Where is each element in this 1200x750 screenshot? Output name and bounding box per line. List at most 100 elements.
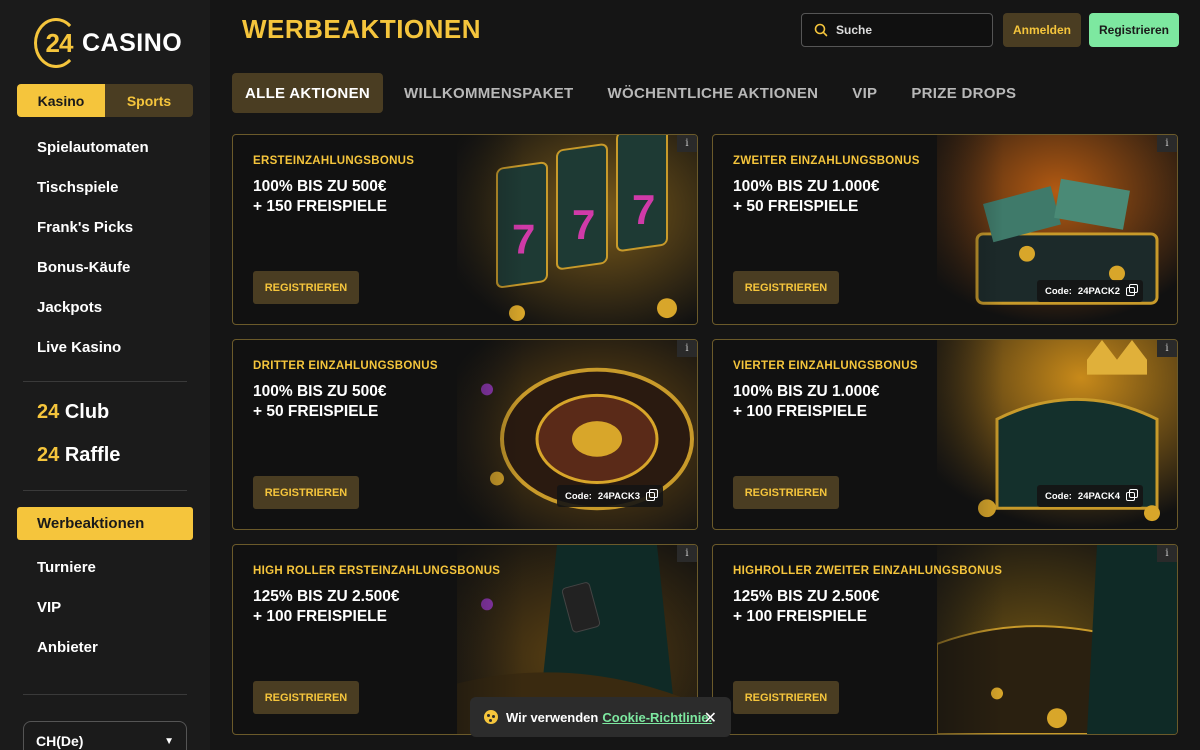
sidebar-item-turniere[interactable]: Turniere [17,547,193,587]
copy-icon[interactable] [646,488,658,501]
copy-icon[interactable] [1126,488,1138,501]
promo-tabs: ALLE AKTIONEN WILLKOMMENSPAKET WÖCHENTLI… [232,73,1037,113]
info-icon[interactable]: i [1157,135,1177,152]
logo-text: CASINO [82,28,183,57]
svg-text:7: 7 [572,201,595,248]
card-register-button[interactable]: REGISTRIEREN [253,476,359,509]
promo-code-value: 24PACK2 [1077,285,1120,297]
card-title: 100% BIS ZU 1.000€ + 100 FREISPIELE [733,382,879,422]
card-title-line2: + 50 FREISPIELE [253,403,379,420]
sidebar-item-spielautomaten[interactable]: Spielautomaten [17,127,193,167]
sidebar-divider [23,490,187,491]
card-label: DRITTER EINZAHLUNGSBONUS [253,360,438,372]
sidebar-item-24-club[interactable]: 24 Club [37,401,109,424]
login-button[interactable]: Anmelden [1003,13,1081,47]
sidebar-item-bonus-kaeufe[interactable]: Bonus-Käufe [17,247,193,287]
svg-text:7: 7 [632,186,655,233]
card-label: ZWEITER EINZAHLUNGSBONUS [733,155,920,167]
cookie-policy-link[interactable]: Cookie-Richtlinie. [602,710,712,725]
sidebar-nav: Spielautomaten Tischspiele Frank's Picks… [17,127,193,367]
card-title-line2: + 100 FREISPIELE [253,608,387,625]
promo-card: i VIERTER EINZAHLUNGSBONUS 100% BIS ZU 1… [712,339,1178,530]
card-label: HIGH ROLLER ERSTEINZAHLUNGSBONUS [253,565,501,577]
promo-card: i DRITTER EINZAHLUNGSBONUS 100% BIS ZU 5… [232,339,698,530]
sidebar-item-anbieter[interactable]: Anbieter [17,627,193,667]
promo-code[interactable]: Code: 24PACK2 [1037,280,1143,302]
card-title-line2: + 100 FREISPIELE [733,403,867,420]
close-icon[interactable]: ✕ [704,708,717,728]
logo-ring-icon: 24 [34,18,78,68]
raffle-number: 24 [37,444,60,466]
logo-number: 24 [45,27,74,58]
sidebar-item-jackpots[interactable]: Jackpots [17,287,193,327]
search-input[interactable] [836,23,986,37]
toggle-sports[interactable]: Sports [105,84,193,117]
info-icon[interactable]: i [677,135,697,152]
promo-code-value: 24PACK4 [1077,490,1120,502]
card-title: 100% BIS ZU 500€ + 150 FREISPIELE [253,177,387,217]
card-register-button[interactable]: REGISTRIEREN [253,681,359,714]
sidebar-nav-secondary: Werbeaktionen Turniere VIP Anbieter [17,507,193,667]
card-label: HIGHROLLER ZWEITER EINZAHLUNGSBONUS [733,565,1003,577]
promo-code[interactable]: Code: 24PACK4 [1037,485,1143,507]
card-title-line2: + 150 FREISPIELE [253,198,387,215]
card-title-line1: 125% BIS ZU 2.500€ [733,588,880,605]
language-value: CH(De) [36,733,84,749]
card-title-line1: 100% BIS ZU 500€ [253,383,387,400]
card-title: 125% BIS ZU 2.500€ + 100 FREISPIELE [733,587,879,627]
card-title-line1: 100% BIS ZU 500€ [253,178,387,195]
card-label: VIERTER EINZAHLUNGSBONUS [733,360,918,372]
search-box[interactable] [801,13,993,47]
product-toggle: Kasino Sports [17,84,193,117]
promo-card: 7 7 7 i ERSTEINZAHLUNGSBONUS 100% BIS ZU… [232,134,698,325]
club-number: 24 [37,401,60,423]
caret-down-icon: ▼ [164,735,174,747]
sidebar-item-24-raffle[interactable]: 24 Raffle [37,444,120,467]
card-title: 100% BIS ZU 500€ + 50 FREISPIELE [253,382,387,422]
tab-woechentliche-aktionen[interactable]: WÖCHENTLICHE AKTIONEN [595,73,832,113]
card-title: 125% BIS ZU 2.500€ + 100 FREISPIELE [253,587,399,627]
card-title-line1: 125% BIS ZU 2.500€ [253,588,400,605]
search-icon [814,23,828,37]
register-button[interactable]: Registrieren [1089,13,1179,47]
tab-prize-drops[interactable]: PRIZE DROPS [898,73,1029,113]
cookie-icon [484,710,498,724]
promo-code-value: 24PACK3 [597,490,640,502]
card-label: ERSTEINZAHLUNGSBONUS [253,155,415,167]
info-icon[interactable]: i [677,545,697,562]
card-title-line2: + 50 FREISPIELE [733,198,859,215]
tab-vip[interactable]: VIP [839,73,890,113]
card-register-button[interactable]: REGISTRIEREN [253,271,359,304]
sidebar: 24 CASINO Kasino Sports Spielautomaten T… [0,0,210,750]
page-title: WERBEAKTIONEN [242,14,482,44]
promo-card: i HIGHROLLER ZWEITER EINZAHLUNGSBONUS 12… [712,544,1178,735]
card-register-button[interactable]: REGISTRIEREN [733,681,839,714]
language-select[interactable]: CH(De) ▼ [23,721,187,750]
info-icon[interactable]: i [1157,340,1177,357]
cookie-banner: Wir verwenden Cookie-Richtlinie. ✕ [470,697,731,737]
sidebar-item-werbeaktionen[interactable]: Werbeaktionen [17,507,193,540]
card-title-line2: + 100 FREISPIELE [733,608,867,625]
promo-code[interactable]: Code: 24PACK3 [557,485,663,507]
toggle-kasino[interactable]: Kasino [17,84,105,117]
promo-card: i ZWEITER EINZAHLUNGSBONUS 100% BIS ZU 1… [712,134,1178,325]
info-icon[interactable]: i [1157,545,1177,562]
sidebar-item-franks-picks[interactable]: Frank's Picks [17,207,193,247]
card-title-line1: 100% BIS ZU 1.000€ [733,383,880,400]
card-register-button[interactable]: REGISTRIEREN [733,271,839,304]
tab-willkommenspaket[interactable]: WILLKOMMENSPAKET [391,73,587,113]
promo-code-label: Code: [565,490,592,502]
copy-icon[interactable] [1126,283,1138,296]
tab-alle-aktionen[interactable]: ALLE AKTIONEN [232,73,384,113]
sidebar-item-vip[interactable]: VIP [17,587,193,627]
sidebar-divider [23,381,187,382]
sidebar-item-live-kasino[interactable]: Live Kasino [17,327,193,367]
card-title: 100% BIS ZU 1.000€ + 50 FREISPIELE [733,177,879,217]
sidebar-item-tischspiele[interactable]: Tischspiele [17,167,193,207]
logo[interactable]: 24 CASINO [34,17,182,69]
card-register-button[interactable]: REGISTRIEREN [733,476,839,509]
card-title-line1: 100% BIS ZU 1.000€ [733,178,880,195]
info-icon[interactable]: i [677,340,697,357]
raffle-name: Raffle [64,444,121,466]
promo-code-label: Code: [1045,285,1072,297]
